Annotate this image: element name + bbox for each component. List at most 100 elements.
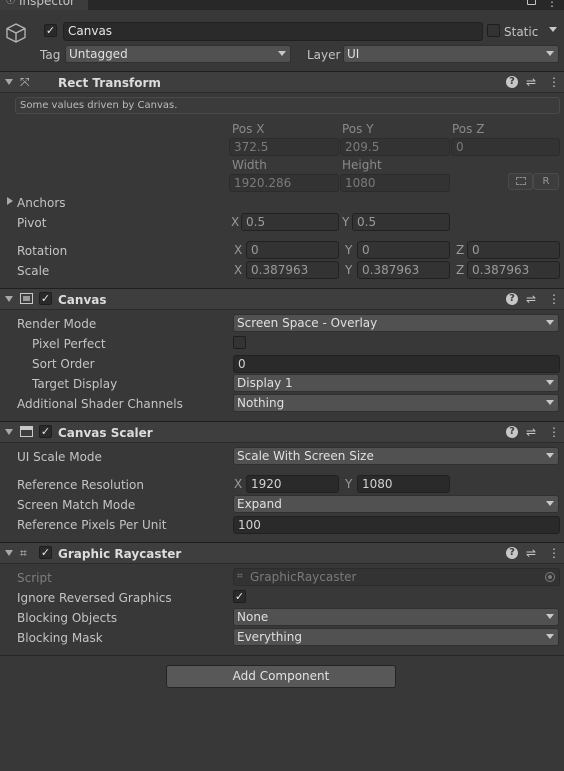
blueprint-icon — [515, 177, 526, 185]
pivot-label: Pivot — [17, 216, 47, 230]
help-icon[interactable]: ? — [506, 547, 518, 559]
scale-x-label: X — [234, 263, 243, 277]
pivot-y-label: Y — [342, 215, 350, 229]
layer-label: Layer — [307, 48, 341, 62]
ui-scale-mode-label: UI Scale Mode — [17, 450, 102, 464]
scale-x-field[interactable]: 0.387963 — [246, 261, 339, 279]
rot-y-label: Y — [345, 243, 353, 257]
driven-note: Some values driven by Canvas. — [15, 97, 560, 114]
sort-order-field[interactable]: 0 — [233, 355, 560, 373]
canvas-title: Canvas — [58, 293, 107, 307]
presets-icon[interactable]: ⇌ — [526, 292, 536, 306]
pos-y-label: Pos Y — [342, 122, 374, 136]
ui-scale-mode-dropdown[interactable]: Scale With Screen Size — [233, 447, 559, 465]
static-dropdown[interactable] — [541, 22, 561, 41]
pos-x-label: Pos X — [232, 122, 265, 136]
component-separator — [0, 655, 564, 656]
object-picker-icon[interactable] — [545, 572, 555, 582]
raycaster-enabled-checkbox[interactable]: ✓ — [39, 546, 52, 559]
canvas-enabled-checkbox[interactable]: ✓ — [39, 292, 52, 305]
tab-inspector-label: Inspector — [19, 0, 75, 8]
script-file-icon: ⌗ — [237, 571, 243, 582]
rotation-label: Rotation — [17, 244, 68, 258]
blocking-mask-label: Blocking Mask — [17, 631, 103, 645]
graphic-raycaster-foldout[interactable] — [5, 550, 13, 556]
raw-edit-button[interactable]: R — [533, 173, 559, 190]
blueprint-mode-button[interactable] — [508, 173, 533, 190]
tag-dropdown[interactable]: Untagged — [65, 45, 291, 63]
help-icon[interactable]: ? — [506, 293, 518, 305]
scale-z-field[interactable]: 0.387963 — [467, 261, 560, 279]
rot-y-field[interactable]: 0 — [357, 241, 450, 259]
anchors-foldout[interactable] — [7, 197, 13, 205]
render-mode-dropdown[interactable]: Screen Space - Overlay — [233, 314, 559, 332]
canvas-scaler-enabled-checkbox[interactable]: ✓ — [39, 425, 52, 438]
render-mode-label: Render Mode — [17, 317, 97, 331]
rot-x-field[interactable]: 0 — [246, 241, 339, 259]
canvas-scaler-title: Canvas Scaler — [58, 426, 153, 440]
script-label: Script — [17, 571, 52, 585]
more-icon[interactable]: ⋮ — [548, 425, 560, 439]
ref-y-field[interactable]: 1080 — [357, 475, 450, 493]
target-display-label: Target Display — [32, 377, 118, 391]
add-component-button[interactable]: Add Component — [166, 665, 396, 688]
more-icon[interactable]: ⋮ — [548, 292, 560, 306]
script-field: GraphicRaycaster — [233, 568, 560, 586]
blocking-objects-dropdown[interactable]: None — [233, 608, 559, 626]
sort-order-label: Sort Order — [32, 357, 95, 371]
pixel-perfect-label: Pixel Perfect — [32, 337, 106, 351]
help-icon[interactable]: ? — [506, 76, 518, 88]
scale-y-label: Y — [345, 263, 353, 277]
more-icon[interactable]: ⋮ — [548, 546, 560, 560]
gameobject-cube-icon — [5, 22, 27, 47]
active-checkbox[interactable]: ✓ — [44, 24, 57, 37]
pos-y-field: 209.5 — [340, 138, 450, 156]
height-field: 1080 — [340, 174, 450, 192]
rect-transform-icon: ⤧ — [20, 75, 30, 89]
static-checkbox[interactable] — [487, 24, 500, 37]
target-display-dropdown[interactable]: Display 1 — [233, 374, 559, 392]
ppu-label: Reference Pixels Per Unit — [17, 518, 167, 532]
screen-match-mode-label: Screen Match Mode — [17, 498, 136, 512]
info-icon: ⓘ — [6, 0, 16, 6]
scale-label: Scale — [17, 264, 50, 278]
pos-x-field: 372.5 — [229, 138, 339, 156]
scale-y-field[interactable]: 0.387963 — [357, 261, 450, 279]
width-label: Width — [232, 158, 267, 172]
blocking-objects-label: Blocking Objects — [17, 611, 118, 625]
ignore-reversed-label: Ignore Reversed Graphics — [17, 591, 172, 605]
ref-y-label: Y — [345, 477, 353, 491]
presets-icon[interactable]: ⇌ — [526, 546, 536, 560]
rot-z-label: Z — [456, 243, 465, 257]
ref-x-label: X — [234, 477, 243, 491]
ignore-reversed-checkbox[interactable]: ✓ — [233, 590, 246, 603]
tag-label: Tag — [40, 48, 61, 62]
canvas-foldout[interactable] — [5, 296, 13, 302]
more-icon[interactable]: ⋮ — [548, 75, 560, 89]
layer-dropdown[interactable]: UI — [343, 45, 559, 63]
object-name-input[interactable]: Canvas — [63, 22, 483, 41]
more-menu-icon[interactable]: ⋮ — [546, 0, 558, 9]
rect-transform-foldout[interactable] — [5, 79, 13, 85]
pivot-y-field[interactable]: 0.5 — [352, 213, 450, 231]
rot-z-field[interactable]: 0 — [467, 241, 560, 259]
canvas-icon — [20, 293, 33, 304]
presets-icon[interactable]: ⇌ — [526, 75, 536, 89]
pixel-perfect-checkbox[interactable] — [233, 336, 246, 349]
rot-x-label: X — [234, 243, 243, 257]
pivot-x-field[interactable]: 0.5 — [241, 213, 339, 231]
pos-z-field: 0 — [451, 138, 560, 156]
graphic-raycaster-title: Graphic Raycaster — [58, 547, 182, 561]
help-icon[interactable]: ? — [506, 426, 518, 438]
screen-match-mode-dropdown[interactable]: Expand — [233, 495, 559, 513]
ppu-field[interactable]: 100 — [233, 516, 560, 534]
shader-channels-dropdown[interactable]: Nothing — [233, 394, 559, 412]
canvas-scaler-foldout[interactable] — [5, 429, 13, 435]
presets-icon[interactable]: ⇌ — [526, 425, 536, 439]
width-field: 1920.286 — [229, 174, 339, 192]
shader-channels-label: Additional Shader Channels — [17, 397, 183, 411]
blocking-mask-dropdown[interactable]: Everything — [233, 628, 559, 646]
anchors-label[interactable]: Anchors — [17, 196, 66, 210]
ref-x-field[interactable]: 1920 — [246, 475, 339, 493]
lock-icon[interactable] — [527, 0, 536, 5]
